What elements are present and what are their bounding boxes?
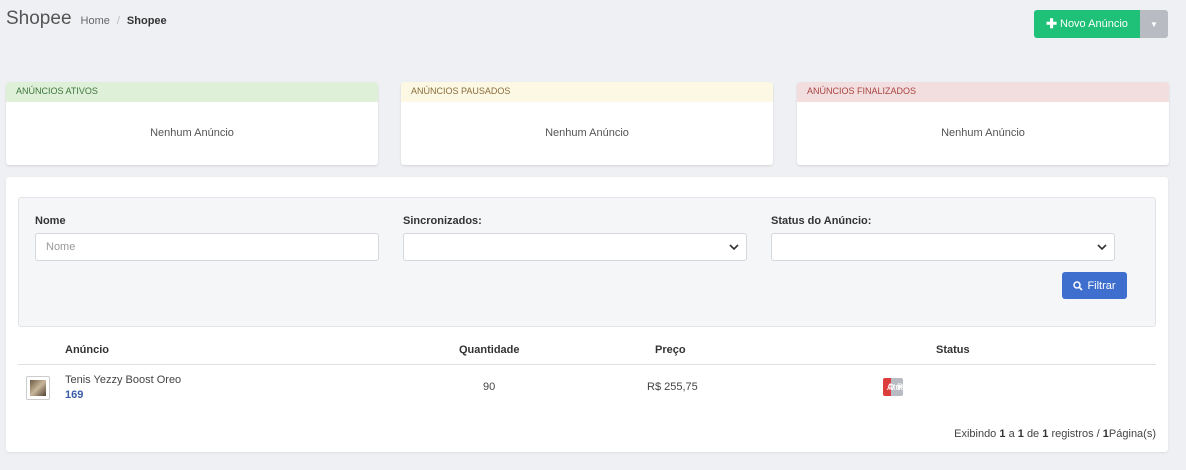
pagination-registros: registros / <box>1051 428 1100 440</box>
sync-filter-group: Sincronizados: <box>403 215 747 261</box>
pagination-de: de <box>1026 428 1040 440</box>
card-body: Nenhum Anúncio <box>941 127 1025 139</box>
caret-down-icon: ▼ <box>1150 19 1158 29</box>
card-title: ANÚNCIOS FINALIZADOS <box>797 82 1169 102</box>
pagination-info: Exibindo 1 a 1 de 1 registros / 1Página(… <box>954 428 1156 440</box>
new-listing-button-group: ✚ Novo Anúncio ▼ <box>1034 10 1168 38</box>
column-header-price: Preço <box>655 344 686 356</box>
breadcrumb-current: Shopee <box>126 15 167 27</box>
pagination-prefix: Exibindo <box>954 428 997 440</box>
column-header-listing: Anúncio <box>65 344 109 356</box>
new-listing-label: Novo Anúncio <box>1060 18 1128 30</box>
page-header: Shopee Home / Shopee <box>6 8 167 30</box>
product-name: Tenis Yezzy Boost Oreo <box>65 374 182 386</box>
listings-panel: Nome Nome Sincronizados: Status do Anúnc… <box>6 177 1168 452</box>
filter-button-label: Filtrar <box>1087 279 1116 292</box>
table-row: Tenis Yezzy Boost Oreo 169 90 R$ 255,75 … <box>18 365 1156 409</box>
column-header-quantity: Quantidade <box>459 344 520 356</box>
card-body: Nenhum Anúncio <box>545 127 629 139</box>
sync-label: Sincronizados: <box>403 215 482 227</box>
caret-down-icon: ▾ <box>897 381 902 392</box>
product-price: R$ 255,75 <box>647 381 698 393</box>
breadcrumb-separator: / <box>116 15 120 27</box>
status-filter-group: Status do Anúncio: <box>771 215 1115 261</box>
page-title: Shopee <box>6 8 72 29</box>
pagination-total: 1 <box>1042 428 1049 440</box>
card-paused-listings: ANÚNCIOS PAUSADOS Nenhum Anúncio <box>401 82 773 165</box>
new-listing-dropdown-button[interactable]: ▼ <box>1140 10 1168 38</box>
product-quantity: 90 <box>483 381 496 393</box>
card-title: ANÚNCIOS PAUSADOS <box>401 82 773 102</box>
pagination-to: 1 <box>1017 428 1024 440</box>
card-finished-listings: ANÚNCIOS FINALIZADOS Nenhum Anúncio <box>797 82 1169 165</box>
status-dropdown-label: Processando <box>897 382 950 392</box>
product-thumbnail[interactable] <box>26 376 50 400</box>
product-id-link[interactable]: 169 <box>65 389 83 401</box>
search-icon <box>1073 280 1084 291</box>
table-header: Anúncio Quantidade Preço Status <box>18 335 1156 365</box>
pagination-from: 1 <box>999 428 1006 440</box>
chevron-down-icon <box>729 244 739 251</box>
name-filter-group: Nome Nome <box>35 215 379 261</box>
chevron-down-icon <box>1097 244 1107 251</box>
listings-table: Anúncio Quantidade Preço Status Tenis Ye… <box>18 335 1156 409</box>
filter-button[interactable]: Filtrar <box>1062 272 1127 299</box>
pagination-a: a <box>1008 428 1015 440</box>
update-button[interactable]: ⚙ Atualizar <box>883 378 922 396</box>
plus-icon: ✚ <box>1046 16 1057 31</box>
status-label: Status do Anúncio: <box>771 215 872 227</box>
breadcrumb-home[interactable]: Home <box>81 15 110 27</box>
pagination-pages-label: Página(s) <box>1108 428 1156 440</box>
status-controls: ⚙ Atualizar Processando ▾ <box>883 378 950 396</box>
name-label: Nome <box>35 215 66 227</box>
filter-box: Nome Nome Sincronizados: Status do Anúnc… <box>18 197 1156 327</box>
card-title: ANÚNCIOS ATIVOS <box>6 82 378 102</box>
breadcrumb: Home / Shopee <box>81 15 167 27</box>
card-body: Nenhum Anúncio <box>150 127 234 139</box>
name-input[interactable]: Nome <box>35 233 379 261</box>
new-listing-button[interactable]: ✚ Novo Anúncio <box>1034 10 1140 38</box>
status-select[interactable] <box>771 233 1115 261</box>
sync-select[interactable] <box>403 233 747 261</box>
column-header-status: Status <box>936 344 970 356</box>
card-active-listings: ANÚNCIOS ATIVOS Nenhum Anúncio <box>6 82 378 165</box>
